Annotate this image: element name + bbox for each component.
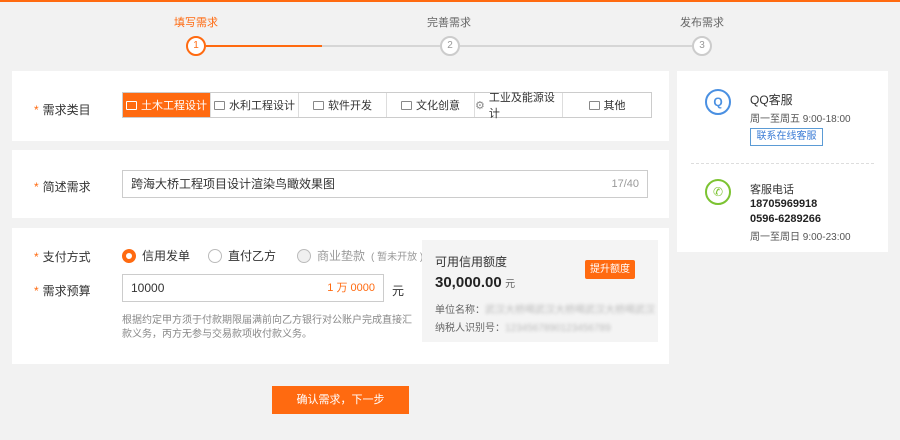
radio-unchecked-icon bbox=[208, 248, 222, 263]
payment-advance-radio: 商业垫款 ( 暂未开放 ) bbox=[297, 247, 423, 264]
qq-title: QQ客服 bbox=[750, 93, 793, 107]
step-3-label: 发布需求 bbox=[680, 17, 724, 29]
category-software[interactable]: 软件开发 bbox=[299, 93, 387, 117]
category-label: * 需求类目 bbox=[34, 103, 91, 117]
payment-label: * 支付方式 bbox=[34, 250, 91, 264]
category-culture[interactable]: 文化创意 bbox=[387, 93, 475, 117]
phone-hours: 周一至周日 9:00-23:00 bbox=[750, 232, 851, 243]
step-progress-line bbox=[206, 45, 322, 47]
raise-credit-button[interactable]: 提升额度 bbox=[585, 260, 635, 279]
step-2-circle: 2 bbox=[440, 36, 460, 56]
brush-icon bbox=[401, 100, 412, 110]
category-other[interactable]: 其他 bbox=[563, 93, 651, 117]
category-civil-engineering[interactable]: 土木工程设计 bbox=[123, 93, 211, 117]
radio-checked-icon bbox=[122, 248, 136, 263]
support-panel: Q QQ客服 周一至周五 9:00-18:00 联系在线客服 ✆ 客服电话 18… bbox=[677, 71, 888, 252]
submit-next-button[interactable]: 确认需求，下一步 bbox=[272, 386, 409, 414]
dam-icon bbox=[214, 100, 225, 110]
company-value: 武汉大桥喝武汉大桥喝武汉大桥喝武汉 bbox=[485, 305, 655, 316]
credit-amount: 30,000.00 bbox=[435, 274, 502, 291]
brief-label: * 简述需求 bbox=[34, 180, 91, 194]
monitor-icon bbox=[313, 100, 324, 110]
contact-online-button[interactable]: 联系在线客服 bbox=[750, 128, 823, 146]
phone-title: 客服电话 bbox=[750, 184, 794, 196]
box-icon bbox=[588, 100, 600, 110]
radio-disabled-icon bbox=[297, 248, 311, 263]
credit-title: 可用信用额度 bbox=[435, 255, 508, 269]
payment-panel: * 支付方式 信用发单 直付乙方 商业垫款 ( 暂未开放 ) * 需求预算 1000… bbox=[12, 228, 669, 364]
payment-direct-radio[interactable]: 直付乙方 bbox=[208, 247, 276, 264]
brief-input-value: 跨海大桥工程项目设计渲染鸟瞰效果图 bbox=[131, 177, 336, 191]
progress-steps: 填写需求 完善需求 发布需求 1 2 3 bbox=[0, 2, 900, 64]
step-1-circle: 1 bbox=[186, 36, 206, 56]
budget-input-value: 10000 bbox=[131, 281, 165, 295]
bridge-icon bbox=[126, 100, 137, 110]
budget-input[interactable]: 10000 1 万 0000 bbox=[122, 274, 384, 302]
category-water-engineering[interactable]: 水利工程设计 bbox=[211, 93, 299, 117]
step-line-1 bbox=[322, 45, 440, 47]
tax-row: 纳税人识别号：123456789012345678​9 bbox=[435, 319, 611, 334]
gear-icon: ⚙ bbox=[475, 99, 485, 112]
payment-credit-radio[interactable]: 信用发单 bbox=[122, 247, 190, 264]
company-row: 单位名称：武汉大桥喝武汉大桥喝武汉大桥喝武汉 bbox=[435, 301, 655, 316]
category-panel: * 需求类目 土木工程设计 水利工程设计 软件开发 文化创意 ⚙ 工业及能源设计 其… bbox=[12, 71, 669, 141]
phone-icon: ✆ bbox=[705, 179, 731, 205]
not-open-note: ( 暂未开放 ) bbox=[371, 252, 424, 263]
category-selector: 土木工程设计 水利工程设计 软件开发 文化创意 ⚙ 工业及能源设计 其他 bbox=[122, 92, 652, 120]
step-3-circle: 3 bbox=[692, 36, 712, 56]
tax-label: 纳税人识别号： bbox=[435, 323, 505, 334]
budget-unit: 元 bbox=[392, 284, 405, 298]
step-line-2 bbox=[460, 45, 692, 47]
brief-char-counter: 17/40 bbox=[611, 178, 639, 190]
company-label: 单位名称： bbox=[435, 305, 485, 316]
credit-box: 可用信用额度 30,000.00 元 提升额度 单位名称：武汉大桥喝武汉大桥喝武… bbox=[422, 240, 658, 342]
phone-number-1: 18705969918 bbox=[750, 198, 818, 210]
support-divider bbox=[691, 163, 874, 164]
budget-label: * 需求预算 bbox=[34, 284, 91, 298]
qq-hours: 周一至周五 9:00-18:00 bbox=[750, 114, 851, 125]
step-2-label: 完善需求 bbox=[427, 17, 471, 29]
credit-unit: 元 bbox=[505, 279, 516, 290]
category-industry-energy[interactable]: ⚙ 工业及能源设计 bbox=[475, 92, 563, 120]
credit-amount-row: 30,000.00 元 bbox=[435, 274, 515, 291]
tax-value: 123456789012345678​9 bbox=[505, 323, 611, 334]
brief-input[interactable]: 跨海大桥工程项目设计渲染鸟瞰效果图 17/40 bbox=[122, 170, 648, 198]
budget-converted-value: 1 万 0000 bbox=[327, 282, 375, 294]
brief-panel: * 简述需求 跨海大桥工程项目设计渲染鸟瞰效果图 17/40 bbox=[12, 150, 669, 218]
phone-number-2: 0596-6289266 bbox=[750, 213, 821, 225]
budget-hint: 根据约定甲方须于付款期限届满前向乙方银行对公账户完成直接汇款义务，丙方无参与交易… bbox=[122, 315, 412, 340]
qq-icon: Q bbox=[705, 89, 731, 115]
step-1-label: 填写需求 bbox=[174, 17, 218, 29]
